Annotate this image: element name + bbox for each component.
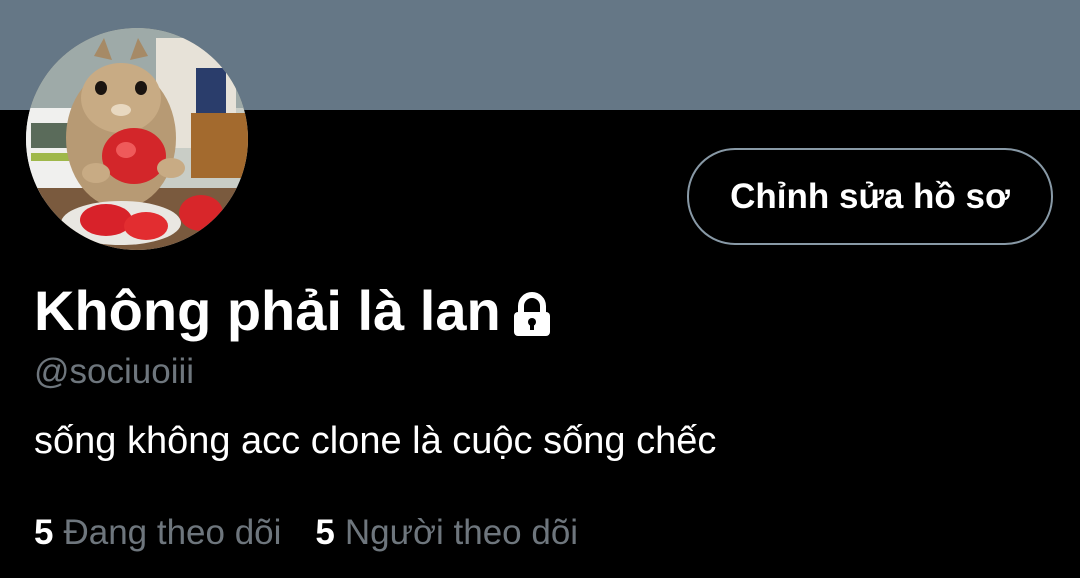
followers-stat[interactable]: 5 Người theo dõi bbox=[315, 510, 578, 556]
followers-count: 5 bbox=[315, 513, 335, 552]
following-label: Đang theo dõi bbox=[63, 513, 282, 552]
profile-avatar[interactable] bbox=[26, 28, 248, 250]
username-handle: @sociuoiii bbox=[34, 352, 195, 391]
edit-profile-button[interactable]: Chỉnh sửa hồ sơ bbox=[687, 148, 1053, 245]
following-stat[interactable]: 5 Đang theo dõi bbox=[34, 510, 281, 556]
profile-bio: sống không acc clone là cuộc sống chếc bbox=[34, 420, 717, 462]
name-row: Không phải là lan bbox=[34, 276, 553, 346]
profile-page: Chỉnh sửa hồ sơ Không phải là lan @sociu… bbox=[0, 0, 1080, 578]
following-count: 5 bbox=[34, 513, 54, 552]
avatar-photo bbox=[26, 28, 248, 250]
followers-label: Người theo dõi bbox=[344, 513, 579, 552]
lock-icon bbox=[513, 292, 550, 336]
display-name: Không phải là lan bbox=[34, 279, 501, 342]
follow-stats: 5 Đang theo dõi 5 Người theo dõi bbox=[34, 510, 578, 556]
